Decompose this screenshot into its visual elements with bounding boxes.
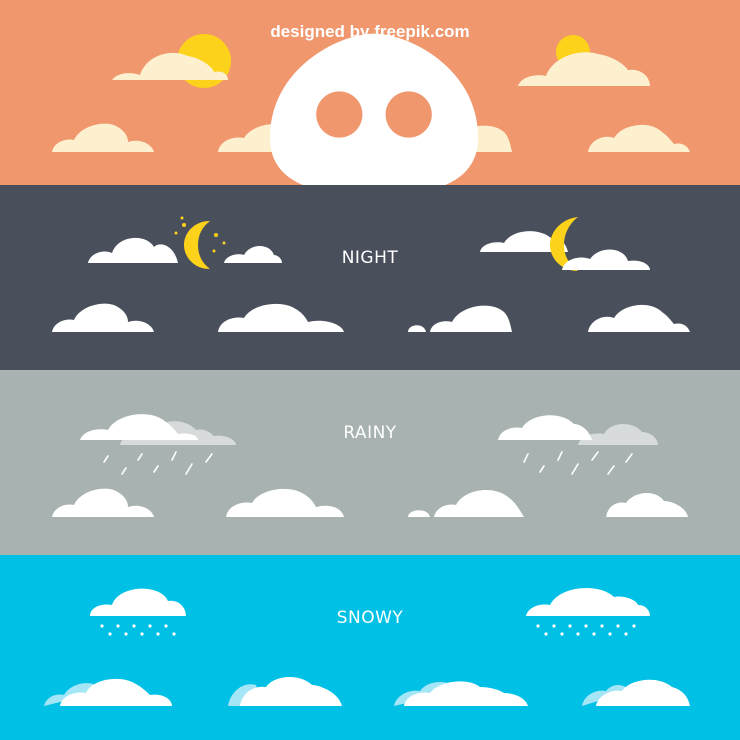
star-icon [174, 231, 178, 235]
snowflake-icon [124, 632, 128, 636]
rainy-scene [52, 414, 688, 517]
snowflake-icon [140, 632, 144, 636]
panel-sunny: designed by freepik.com SUNNY [0, 0, 740, 185]
raindrop-icon [539, 465, 545, 473]
raindrop-icon [205, 453, 213, 463]
cloud-icon [218, 303, 344, 332]
raindrop-icon [571, 463, 579, 475]
snowflake-icon [156, 632, 160, 636]
panel-rainy: RAINY [0, 370, 740, 555]
cloud-icon [606, 492, 688, 517]
star-icon [214, 233, 218, 237]
label-rainy: RAINY [343, 423, 397, 443]
snowflake-icon [108, 632, 112, 636]
raindrop-icon [103, 455, 109, 463]
panel-snowy: SNOWY [0, 555, 740, 740]
label-sunny: SUNNY [339, 74, 401, 94]
raindrop-icon [607, 465, 615, 475]
credit-line: designed by freepik.com [0, 22, 740, 185]
raindrop-icon [153, 465, 159, 473]
snowflake-icon [544, 632, 548, 636]
cloud-icon [434, 490, 524, 517]
cloud-icon [404, 681, 528, 706]
cloud-icon [430, 305, 512, 332]
cloud-icon [240, 676, 342, 706]
raindrop-icon [137, 453, 143, 461]
snowflake-icon [608, 632, 612, 636]
label-snowy: SNOWY [336, 608, 404, 628]
panel-night: NIGHT [0, 185, 740, 370]
cloud-icon [408, 510, 430, 517]
cloud-icon [52, 488, 154, 517]
snowflake-icon [172, 632, 176, 636]
raindrop-icon [185, 463, 193, 475]
raindrop-icon [625, 453, 633, 463]
label-night: NIGHT [341, 248, 399, 268]
freepik-logo-icon [269, 33, 479, 185]
raindrop-icon [121, 467, 127, 475]
cloud-icon [408, 325, 426, 332]
star-icon [182, 223, 186, 227]
raindrop-icon [523, 453, 529, 463]
raindrop-icon [557, 451, 563, 461]
snowflake-icon [576, 632, 580, 636]
cloud-icon [596, 679, 690, 706]
snowflake-icon [624, 632, 628, 636]
cloud-icon [588, 304, 690, 332]
raindrop-icon [171, 451, 177, 461]
star-icon [222, 241, 226, 245]
snowy-scene [44, 587, 690, 706]
snowflake-icon [560, 632, 564, 636]
cloud-icon [52, 303, 154, 332]
raindrop-icon [591, 451, 599, 461]
snowflake-icon [592, 632, 596, 636]
star-icon [180, 216, 184, 220]
cloud-icon [226, 488, 344, 517]
night-scene [52, 216, 690, 332]
